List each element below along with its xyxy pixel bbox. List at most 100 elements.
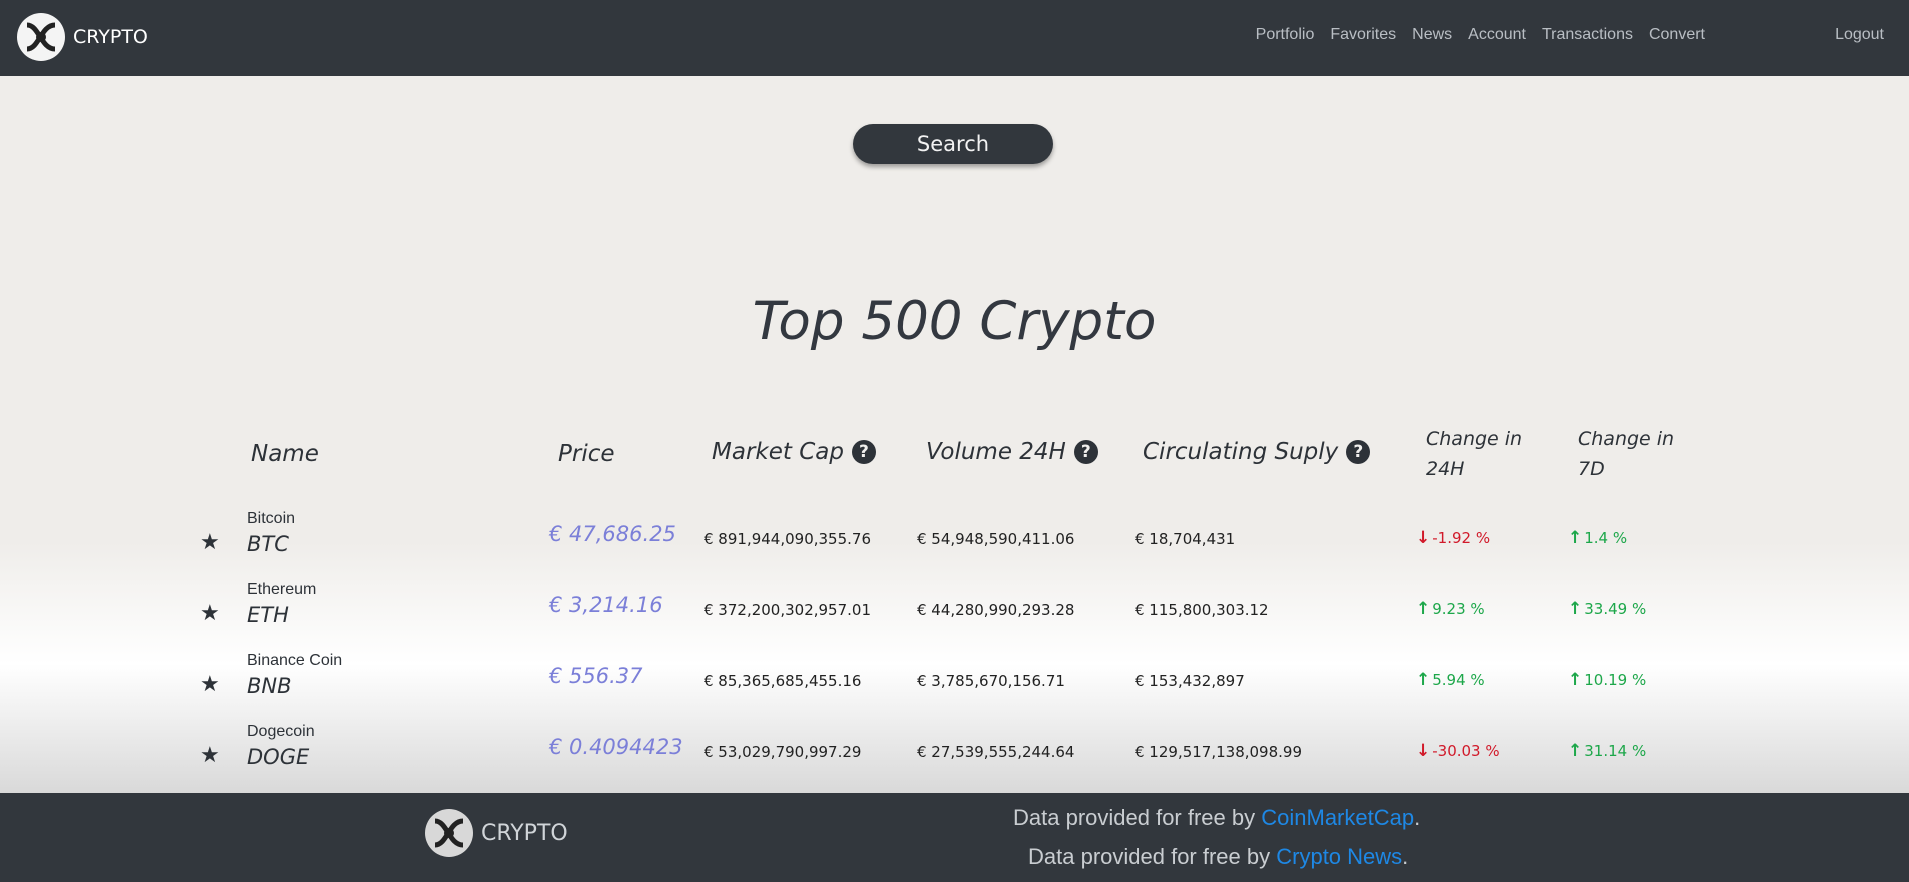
- brand-name: CRYPTO: [73, 26, 148, 48]
- change-24h: ↓ -1.92 %: [1416, 528, 1490, 548]
- market-cap-value: € 85,365,685,455.16: [704, 672, 862, 690]
- coin-price: € 0.4094423: [549, 735, 683, 759]
- main-content: Search Top 500 Crypto Name Price Market …: [0, 76, 1909, 793]
- table-row[interactable]: ★ Binance Coin BNB € 556.37 € 85,365,685…: [0, 652, 1909, 722]
- header-price-label: Price: [558, 441, 615, 467]
- nav-link-favorites[interactable]: Favorites: [1330, 26, 1396, 44]
- header-change-7d: Change in 7D: [1578, 424, 1674, 484]
- footer-brand[interactable]: CRYPTO: [425, 809, 568, 857]
- header-name: Name: [251, 441, 319, 467]
- header-price: Price: [558, 441, 615, 467]
- change-7d: ↑ 10.19 %: [1568, 670, 1646, 690]
- footer-credit-suffix: .: [1414, 805, 1421, 830]
- table-row[interactable]: ★ Dogecoin DOGE € 0.4094423 € 53,029,790…: [0, 723, 1909, 793]
- footer-credit-line-2: Data provided for free by Crypto News.: [1028, 844, 1628, 870]
- header-supply: Circulating Suply ?: [1143, 439, 1371, 465]
- change-7d-value: 1.4 %: [1584, 529, 1628, 547]
- change-24h-value: -1.92 %: [1432, 529, 1491, 547]
- footer-brand-name: CRYPTO: [481, 820, 568, 846]
- header-volume: Volume 24H ?: [926, 439, 1098, 465]
- arrow-up-icon: ↑: [1568, 741, 1583, 761]
- change-7d-value: 33.49 %: [1584, 600, 1647, 618]
- header-change-24h-line2: 24H: [1426, 458, 1465, 480]
- coin-price: € 47,686.25: [549, 522, 676, 546]
- market-cap-value: € 891,944,090,355.76: [704, 530, 871, 548]
- coin-symbol: BNB: [247, 674, 292, 698]
- crypto-news-link[interactable]: Crypto News: [1276, 844, 1402, 869]
- arrow-down-icon: ↓: [1416, 528, 1431, 548]
- coin-symbol: BTC: [247, 532, 289, 556]
- header-supply-label: Circulating Suply: [1143, 439, 1339, 465]
- coin-name: Bitcoin: [247, 510, 296, 527]
- header-market-cap-label: Market Cap: [712, 439, 844, 465]
- coin-name: Binance Coin: [247, 652, 343, 669]
- header-volume-label: Volume 24H: [926, 439, 1066, 465]
- header-change-7d-line2: 7D: [1578, 458, 1605, 480]
- footer-credit-text: Data provided for free by: [1028, 844, 1277, 869]
- footer: CRYPTO Data provided for free by CoinMar…: [0, 793, 1909, 882]
- nav-link-transactions[interactable]: Transactions: [1542, 26, 1633, 44]
- arrow-up-icon: ↑: [1568, 599, 1583, 619]
- brand[interactable]: CRYPTO: [17, 13, 148, 61]
- change-7d: ↑ 1.4 %: [1568, 528, 1627, 548]
- nav-link-portfolio[interactable]: Portfolio: [1256, 26, 1315, 44]
- change-7d-value: 31.14 %: [1584, 742, 1647, 760]
- volume-value: € 44,280,990,293.28: [917, 601, 1075, 619]
- header-change-24h-line1: Change in: [1426, 428, 1523, 450]
- star-icon[interactable]: ★: [200, 601, 220, 626]
- star-icon[interactable]: ★: [200, 530, 220, 555]
- logout-link[interactable]: Logout: [1835, 26, 1884, 44]
- help-icon[interactable]: ?: [1073, 440, 1098, 464]
- change-24h-value: 5.94 %: [1432, 671, 1485, 689]
- header-market-cap: Market Cap ?: [712, 439, 876, 465]
- help-icon[interactable]: ?: [1346, 440, 1371, 464]
- search-button[interactable]: Search: [853, 124, 1053, 164]
- footer-credit-text: Data provided for free by: [1013, 805, 1262, 830]
- table-row[interactable]: ★ Ethereum ETH € 3,214.16 € 372,200,302,…: [0, 581, 1909, 651]
- supply-value: € 129,517,138,098.99: [1135, 743, 1302, 761]
- coin-symbol: ETH: [247, 603, 289, 627]
- coin-price: € 556.37: [549, 664, 643, 688]
- change-24h: ↑ 5.94 %: [1416, 670, 1485, 690]
- coin-name: Dogecoin: [247, 723, 315, 740]
- header-change-7d-line1: Change in: [1578, 428, 1675, 450]
- coin-price: € 3,214.16: [549, 593, 663, 617]
- arrow-up-icon: ↑: [1568, 670, 1583, 690]
- coinmarketcap-link[interactable]: CoinMarketCap: [1261, 805, 1414, 830]
- market-cap-value: € 372,200,302,957.01: [704, 601, 871, 619]
- star-icon[interactable]: ★: [200, 743, 220, 768]
- market-cap-value: € 53,029,790,997.29: [704, 743, 862, 761]
- arrow-down-icon: ↓: [1416, 741, 1431, 761]
- arrow-up-icon: ↑: [1416, 670, 1431, 690]
- logo-icon: [17, 13, 65, 61]
- footer-credit-line-1: Data provided for free by CoinMarketCap.: [1013, 805, 1613, 831]
- footer-credit-suffix: .: [1402, 844, 1409, 869]
- header-change-24h: Change in 24H: [1426, 424, 1522, 484]
- nav-links: Portfolio Favorites News Account Transac…: [1256, 26, 1705, 44]
- arrow-up-icon: ↑: [1568, 528, 1583, 548]
- change-24h: ↑ 9.23 %: [1416, 599, 1485, 619]
- change-24h: ↓ -30.03 %: [1416, 741, 1500, 761]
- page-title: Top 500 Crypto: [752, 291, 1157, 352]
- table-row[interactable]: ★ Bitcoin BTC € 47,686.25 € 891,944,090,…: [0, 510, 1909, 580]
- top-navbar: CRYPTO Portfolio Favorites News Account …: [0, 0, 1909, 76]
- nav-link-account[interactable]: Account: [1468, 26, 1526, 44]
- supply-value: € 18,704,431: [1135, 530, 1236, 548]
- supply-value: € 153,432,897: [1135, 672, 1245, 690]
- supply-value: € 115,800,303.12: [1135, 601, 1269, 619]
- header-name-label: Name: [251, 441, 319, 467]
- change-7d: ↑ 33.49 %: [1568, 599, 1646, 619]
- star-icon[interactable]: ★: [200, 672, 220, 697]
- nav-link-news[interactable]: News: [1412, 26, 1452, 44]
- coin-symbol: DOGE: [247, 745, 310, 769]
- change-24h-value: -30.03 %: [1432, 742, 1500, 760]
- help-icon[interactable]: ?: [851, 440, 876, 464]
- change-7d: ↑ 31.14 %: [1568, 741, 1646, 761]
- coin-name: Ethereum: [247, 581, 317, 598]
- logo-icon: [425, 809, 473, 857]
- nav-link-convert[interactable]: Convert: [1649, 26, 1705, 44]
- volume-value: € 27,539,555,244.64: [917, 743, 1075, 761]
- arrow-up-icon: ↑: [1416, 599, 1431, 619]
- volume-value: € 3,785,670,156.71: [917, 672, 1065, 690]
- volume-value: € 54,948,590,411.06: [917, 530, 1075, 548]
